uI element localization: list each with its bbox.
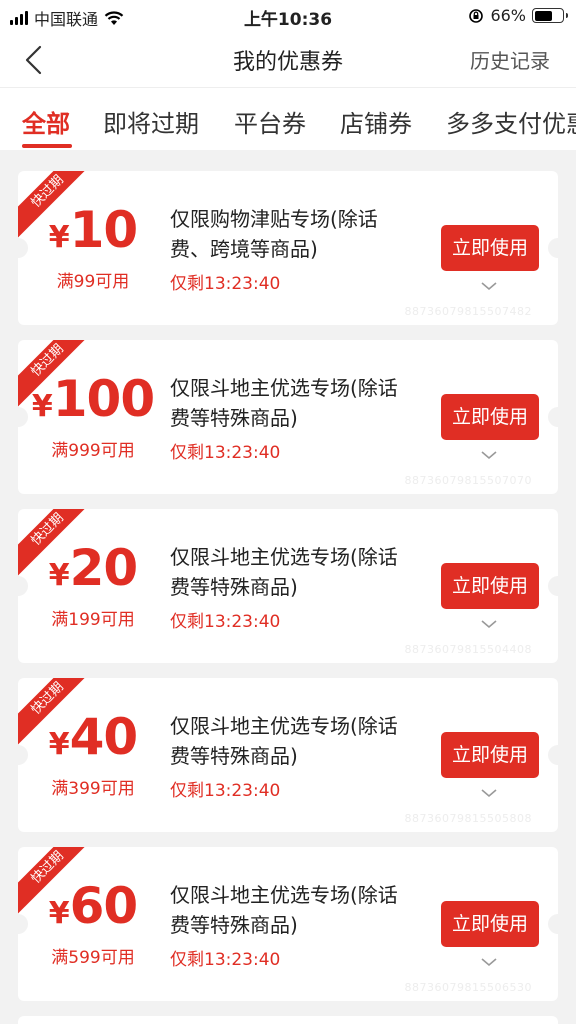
coupon-card: 快过期 ¥40 满399可用 仅限斗地主优选专场(除话费等特殊商品) 仅剩13:…	[18, 678, 558, 832]
coupon-amount: ¥40	[18, 708, 168, 766]
coupon-description: 仅限斗地主优选专场(除话费等特殊商品)	[170, 883, 398, 937]
coupon-description: 仅限购物津贴专场(除话费、跨境等商品)	[170, 207, 378, 261]
coupon-card-partial	[18, 1016, 558, 1024]
tab-bar: 全部 即将过期 平台券 店铺券 多多支付优惠	[0, 88, 576, 150]
coupon-card: 快过期 ¥100 满999可用 仅限斗地主优选专场(除话费等特殊商品) 仅剩13…	[18, 340, 558, 494]
currency-symbol: ¥	[48, 558, 70, 593]
status-bar: 中国联通 上午10:36 66%	[0, 0, 576, 32]
history-button[interactable]: 历史记录	[470, 45, 550, 74]
tab-store[interactable]: 店铺券	[340, 104, 412, 139]
coupon-amount: ¥60	[18, 877, 168, 935]
use-now-button[interactable]: 立即使用	[441, 394, 539, 440]
card-notch	[548, 238, 558, 258]
currency-symbol: ¥	[48, 727, 70, 762]
coupon-remaining-time: 仅剩13:23:40	[170, 274, 281, 294]
nav-bar: 我的优惠券 历史记录	[0, 32, 576, 88]
coupon-remaining-time: 仅剩13:23:40	[170, 612, 281, 632]
coupon-card: 快过期 ¥60 满599可用 仅限斗地主优选专场(除话费等特殊商品) 仅剩13:…	[18, 847, 558, 1001]
status-right: 66%	[468, 6, 568, 25]
chevron-down-icon[interactable]	[480, 617, 498, 631]
amount-value: 40	[69, 708, 139, 766]
coupon-card: 快过期 ¥10 满99可用 仅限购物津贴专场(除话费、跨境等商品) 仅剩13:2…	[18, 171, 558, 325]
coupon-card: 快过期 ¥20 满199可用 仅限斗地主优选专场(除话费等特殊商品) 仅剩13:…	[18, 509, 558, 663]
coupon-amount: ¥20	[18, 539, 168, 597]
card-notch	[548, 914, 558, 934]
chevron-down-icon[interactable]	[480, 786, 498, 800]
amount-value: 20	[69, 539, 139, 597]
coupon-remaining-time: 仅剩13:23:40	[170, 443, 281, 463]
card-notch	[548, 745, 558, 765]
currency-symbol: ¥	[48, 220, 70, 255]
coupon-remaining-time: 仅剩13:23:40	[170, 950, 281, 970]
use-now-button[interactable]: 立即使用	[441, 225, 539, 271]
coupon-code: 88736079815507482	[404, 305, 532, 318]
coupon-condition: 满99可用	[56, 272, 130, 292]
coupon-amount: ¥100	[18, 370, 168, 428]
tab-all[interactable]: 全部	[22, 104, 70, 139]
use-now-button[interactable]: 立即使用	[441, 901, 539, 947]
use-now-button[interactable]: 立即使用	[441, 563, 539, 609]
coupon-description: 仅限斗地主优选专场(除话费等特殊商品)	[170, 376, 398, 430]
tab-duoduo-pay[interactable]: 多多支付优惠	[446, 104, 576, 139]
amount-value: 100	[52, 370, 155, 428]
coupon-code: 88736079815504408	[404, 643, 532, 656]
currency-symbol: ¥	[31, 389, 53, 424]
card-notch	[548, 576, 558, 596]
battery-percent: 66%	[490, 6, 526, 25]
tab-active-indicator	[22, 144, 72, 148]
amount-value: 10	[69, 201, 139, 259]
use-now-button[interactable]: 立即使用	[441, 732, 539, 778]
card-notch	[548, 407, 558, 427]
coupon-condition: 满399可用	[51, 779, 135, 799]
amount-value: 60	[69, 877, 139, 935]
tab-expiring[interactable]: 即将过期	[103, 104, 199, 139]
coupon-amount: ¥10	[18, 201, 168, 259]
coupon-code: 88736079815505808	[404, 812, 532, 825]
tab-platform[interactable]: 平台券	[234, 104, 306, 139]
coupon-condition: 满999可用	[51, 441, 135, 461]
coupon-description: 仅限斗地主优选专场(除话费等特殊商品)	[170, 545, 398, 599]
coupon-code: 88736079815507070	[404, 474, 532, 487]
coupon-condition: 满599可用	[51, 948, 135, 968]
chevron-down-icon[interactable]	[480, 448, 498, 462]
coupon-description: 仅限斗地主优选专场(除话费等特殊商品)	[170, 714, 398, 768]
coupon-condition: 满199可用	[51, 610, 135, 630]
currency-symbol: ¥	[48, 896, 70, 931]
coupon-remaining-time: 仅剩13:23:40	[170, 781, 281, 801]
rotation-lock-icon	[469, 8, 484, 23]
battery-icon	[532, 8, 568, 23]
chevron-down-icon[interactable]	[480, 279, 498, 293]
chevron-down-icon[interactable]	[480, 955, 498, 969]
coupon-code: 88736079815506530	[404, 981, 532, 994]
